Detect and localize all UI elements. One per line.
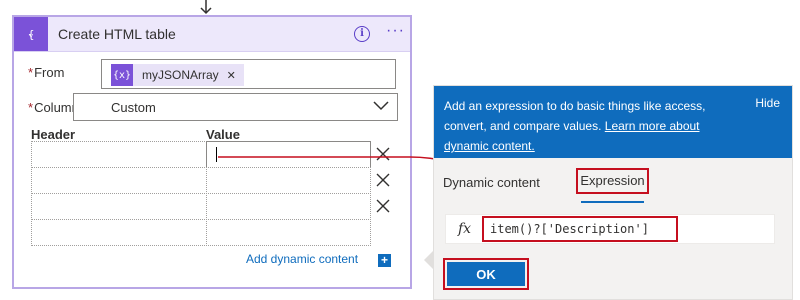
close-icon[interactable] (376, 173, 390, 187)
text-caret (216, 147, 217, 162)
chevron-down-icon (373, 101, 389, 111)
banner-text: Add an expression to do basic things lik… (444, 99, 706, 153)
svg-text:▿: ▿ (29, 31, 33, 40)
variable-icon: { ▿ (14, 17, 48, 51)
flow-arrow-down-icon (200, 0, 212, 15)
header-cell[interactable] (31, 193, 207, 220)
value-cell[interactable] (206, 167, 371, 194)
columns-table (31, 141, 371, 247)
tab-expression[interactable]: Expression (576, 168, 649, 194)
dynamic-token[interactable]: {x} myJSONArray ✕ (111, 64, 244, 86)
from-label: *From (28, 65, 65, 80)
columns-select-value: Custom (111, 100, 156, 115)
value-column-title: Value (206, 127, 240, 142)
token-label: myJSONArray (142, 68, 219, 82)
info-banner: Add an expression to do basic things lik… (434, 86, 792, 158)
card-header[interactable]: { ▿ Create HTML table i ··· (14, 17, 410, 52)
fx-icon: fx (458, 221, 472, 237)
expression-input[interactable] (482, 216, 678, 242)
tab-dynamic-content[interactable]: Dynamic content (443, 175, 540, 190)
value-cell[interactable] (206, 193, 371, 220)
more-icon[interactable]: ··· (386, 22, 405, 40)
header-column-title: Header (31, 127, 76, 142)
active-tab-indicator (581, 201, 644, 203)
ok-button[interactable]: OK (447, 262, 525, 286)
close-icon[interactable] (376, 147, 390, 161)
create-html-table-card: { ▿ Create HTML table i ··· *From {x} my… (12, 15, 412, 289)
value-cell[interactable] (206, 219, 371, 246)
hide-button[interactable]: Hide (755, 96, 780, 110)
header-cell[interactable] (31, 141, 207, 168)
panel-pointer (424, 251, 433, 269)
ok-button-highlight: OK (443, 258, 529, 290)
expression-row: fx (445, 214, 775, 244)
close-icon[interactable]: ✕ (227, 69, 236, 82)
close-icon[interactable] (376, 199, 390, 213)
add-dynamic-content-link[interactable]: Add dynamic content (246, 252, 358, 266)
expression-panel: Add an expression to do basic things lik… (433, 85, 793, 300)
from-field[interactable]: {x} myJSONArray ✕ (101, 59, 396, 89)
header-cell[interactable] (31, 167, 207, 194)
value-cell[interactable] (206, 141, 371, 168)
info-icon[interactable]: i (354, 26, 370, 42)
plus-icon[interactable]: + (378, 254, 391, 267)
variable-icon: {x} (111, 64, 133, 86)
columns-select[interactable]: Custom (73, 93, 398, 121)
card-title: Create HTML table (58, 26, 176, 42)
header-cell[interactable] (31, 219, 207, 246)
